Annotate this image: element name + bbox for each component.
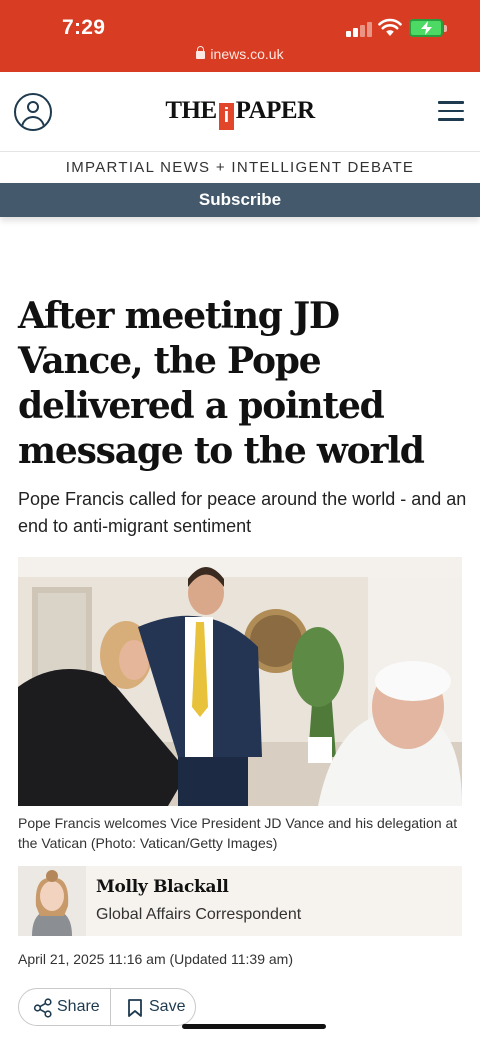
save-label: Save [149, 998, 186, 1015]
clock: 7:29 [62, 16, 106, 39]
article-headline: After meeting JD Vance, the Pope deliver… [18, 295, 425, 472]
home-indicator [182, 1024, 326, 1029]
logo-i-mark: i [218, 103, 234, 130]
author-box[interactable]: Molly Blackall Global Affairs Correspond… [18, 866, 462, 936]
address-bar[interactable]: inews.co.uk [0, 46, 480, 62]
author-role: Global Affairs Correspondent [96, 906, 302, 923]
battery-charging-icon [409, 19, 447, 37]
photo-caption: Pope Francis welcomes Vice President JD … [18, 815, 458, 851]
share-button[interactable]: Share [19, 989, 111, 1025]
author-avatar [18, 866, 86, 936]
logo-text-paper: PAPER [235, 97, 315, 124]
save-button[interactable]: Save [111, 989, 195, 1025]
wifi-icon [378, 18, 402, 36]
lock-icon [196, 46, 206, 59]
cellular-signal-icon [346, 21, 372, 37]
url-text: inews.co.uk [210, 46, 284, 62]
article-photo[interactable] [18, 557, 462, 806]
share-label: Share [57, 998, 100, 1015]
share-icon [33, 998, 52, 1018]
author-name[interactable]: Molly Blackall [96, 877, 229, 897]
site-tagline: IMPARTIAL NEWS + INTELLIGENT DEBATE [65, 159, 415, 176]
article-date: April 21, 2025 11:16 am (Updated 11:39 a… [18, 951, 293, 967]
subscribe-button[interactable]: Subscribe [0, 183, 480, 217]
status-bar: 7:29 inews.co.uk [0, 0, 480, 72]
logo-text-the: THE [165, 97, 217, 124]
article-standfirst: Pope Francis called for peace around the… [18, 489, 467, 536]
bookmark-icon [128, 999, 142, 1017]
hamburger-menu-icon[interactable] [438, 101, 464, 121]
article-actions: Share Save [18, 988, 196, 1026]
site-logo[interactable]: THE i PAPER [0, 97, 480, 130]
site-header: THE i PAPER [0, 72, 480, 152]
